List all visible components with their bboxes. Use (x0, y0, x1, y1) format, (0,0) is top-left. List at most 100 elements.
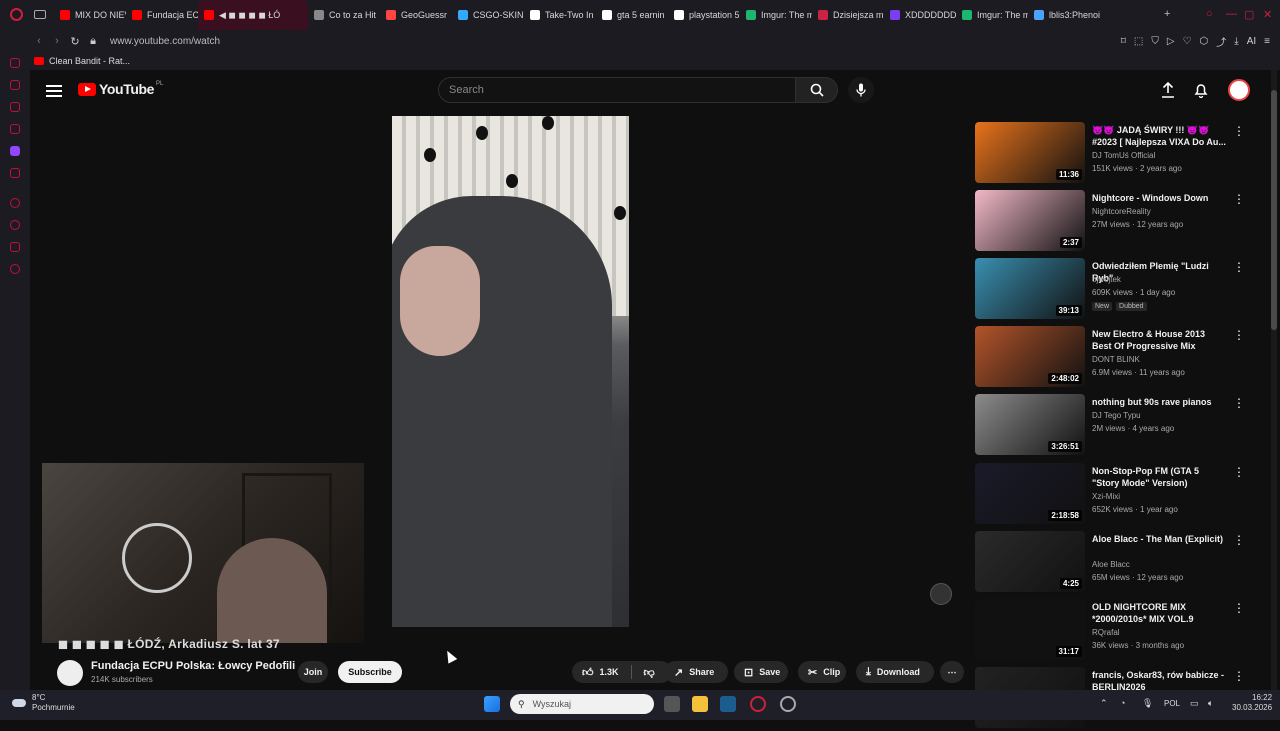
recommendation-item[interactable]: 3:26:51 nothing but 90s rave pianos DJ Teg… (975, 394, 1270, 458)
recommendation-item[interactable]: 4:25 Aloe Blacc - The Man (Explicit) Aloe … (975, 531, 1270, 595)
sidebar-settings-icon[interactable] (10, 264, 20, 274)
more-vertical-icon[interactable]: ⋮ (1233, 669, 1245, 683)
recommendation-thumbnail[interactable]: 2:18:58 (975, 463, 1085, 524)
close-window-button[interactable]: ✕ (1263, 8, 1272, 21)
video-player[interactable] (392, 116, 629, 627)
recommendation-thumbnail[interactable]: 2:37 (975, 190, 1085, 251)
recommendation-item[interactable]: 31:17 OLD NIGHTCORE MIX *2000/2010s* MIX … (975, 599, 1270, 663)
more-vertical-icon[interactable]: ⋮ (1233, 465, 1245, 479)
new-tab-button[interactable]: + (1164, 8, 1170, 20)
browser-tab[interactable]: Imgur: The m (956, 0, 1028, 30)
more-vertical-icon[interactable]: ⋮ (1233, 396, 1245, 410)
extensions-icon[interactable]: ⬡ (1200, 36, 1209, 47)
like-count[interactable]: 1.3K (600, 667, 619, 677)
file-explorer-icon[interactable] (692, 696, 708, 712)
task-view-icon[interactable] (664, 696, 680, 712)
more-vertical-icon[interactable]: ⋮ (1233, 192, 1245, 206)
bookmark-item[interactable]: Clean Bandit - Rat... (49, 56, 130, 66)
recommendation-thumbnail[interactable]: 3:26:51 (975, 394, 1085, 455)
thumbs-up-icon[interactable]: 👍︎ (582, 666, 594, 679)
share-button[interactable]: ↗ Share (664, 661, 728, 683)
save-button[interactable]: ⊡ Save (734, 661, 788, 683)
recommendation-title[interactable]: nothing but 90s rave pianos (1092, 396, 1227, 408)
youtube-logo[interactable]: YouTube PL (78, 81, 163, 97)
more-vertical-icon[interactable]: ⋮ (1233, 533, 1245, 547)
sidebar-player-icon[interactable] (10, 198, 20, 208)
download-icon[interactable]: ⤓ (1234, 36, 1238, 47)
recommendation-channel[interactable]: DONT BLINK (1092, 355, 1140, 364)
browser-tab[interactable]: Fundacja EC (126, 0, 198, 30)
search-tabs-icon[interactable]: ○ (1206, 8, 1213, 20)
recommendation-channel[interactable]: DJ Tego Typu (1092, 411, 1141, 420)
maximize-button[interactable]: ▢ (1244, 8, 1254, 21)
channel-name[interactable]: Fundacja ECPU Polska: Łowcy Pedofili (91, 660, 295, 672)
sidebar-twitch-icon[interactable] (10, 146, 20, 156)
recommendation-item[interactable]: 2:37 Nightcore - Windows Down NightcoreRea… (975, 190, 1270, 254)
share-page-icon[interactable]: ⤴ (1216, 34, 1226, 49)
language-indicator[interactable]: POL (1164, 699, 1180, 708)
browser-tab[interactable]: ◀ ◼ ◼ ◼ ◼ ŁÓ (198, 0, 308, 30)
tray-mic-icon[interactable]: 🎙︎ (1142, 698, 1153, 709)
recommendation-channel[interactable]: NightcoreReality (1092, 207, 1151, 216)
browser-tab[interactable]: Co to za Hit (308, 0, 380, 30)
upload-button[interactable] (1160, 81, 1176, 103)
browser-tab[interactable]: Take-Two In (524, 0, 596, 30)
browser-tab[interactable]: GeoGuessr (380, 0, 452, 30)
recommendation-thumbnail[interactable]: 31:17 (975, 599, 1085, 660)
taskbar-search-input[interactable]: ⚲ Wyszukaj (510, 694, 654, 714)
recommendation-item[interactable]: 11:36 😈😈 JADĄ ŚWIRY !!! 😈😈 #2023 [ Najlep… (975, 122, 1270, 186)
recommendation-item[interactable]: 2:18:58 Non-Stop-Pop FM (GTA 5 "Story Mod… (975, 463, 1270, 527)
tray-chevron-icon[interactable]: ⌃ (1100, 698, 1108, 709)
opera-gx-taskbar-icon[interactable] (750, 696, 766, 712)
sidebar-extensions-icon[interactable] (10, 242, 20, 252)
heart-icon[interactable]: ♡ (1183, 36, 1192, 47)
aria-ai-icon[interactable]: AI (1247, 36, 1256, 47)
recommendation-thumbnail[interactable]: 39:13 (975, 258, 1085, 319)
sidebar-gx-icon[interactable] (10, 168, 20, 178)
sidebar-history-icon[interactable] (10, 220, 20, 230)
notifications-button[interactable] (1193, 82, 1209, 103)
browser-menu-icon[interactable]: ≡ (1264, 36, 1270, 47)
join-button[interactable]: Join (298, 661, 328, 683)
more-vertical-icon[interactable]: ⋮ (1233, 328, 1245, 342)
browser-tab[interactable]: XDDDDDDD (884, 0, 956, 30)
sidebar-workspace-icon[interactable] (10, 80, 20, 90)
search-input[interactable]: Search (438, 77, 796, 103)
recommendation-channel[interactable]: Aloe Blacc (1092, 560, 1130, 569)
channel-avatar[interactable] (57, 660, 83, 686)
subscribe-button[interactable]: Subscribe (338, 661, 402, 683)
tray-volume-icon[interactable]: 🔈︎ (1208, 698, 1213, 709)
sidebar-music-icon[interactable] (10, 124, 20, 134)
recommendation-channel[interactable]: RQrafal (1092, 628, 1120, 637)
weather-widget[interactable]: 8°C Pochmurnie (12, 693, 75, 713)
steam-icon[interactable] (720, 696, 736, 712)
more-vertical-icon[interactable]: ⋮ (1233, 124, 1245, 138)
recommendation-title[interactable]: Aloe Blacc - The Man (Explicit) (1092, 533, 1227, 545)
recommendation-channel[interactable]: DJ TomUś Official (1092, 151, 1155, 160)
recommendation-title[interactable]: Nightcore - Windows Down (1092, 192, 1227, 204)
more-vertical-icon[interactable]: ⋮ (1233, 601, 1245, 615)
sidebar-messenger-icon[interactable] (10, 102, 20, 112)
tray-display-icon[interactable]: ▭ (1190, 698, 1199, 709)
more-vertical-icon[interactable]: ⋮ (1233, 260, 1245, 274)
browser-tab[interactable]: gta 5 earnin (596, 0, 668, 30)
recommendation-title[interactable]: New Electro & House 2013 Best Of Progres… (1092, 328, 1227, 352)
player-icon[interactable]: ▷ (1167, 36, 1175, 47)
recommendation-thumbnail[interactable]: 2:48:02 (975, 326, 1085, 387)
windows-start-icon[interactable] (484, 696, 500, 712)
recommendation-title[interactable]: OLD NIGHTCORE MIX *2000/2010s* MIX VOL.9 (1092, 601, 1227, 625)
back-button[interactable]: ‹ (30, 35, 48, 47)
thumbs-down-icon[interactable]: 👎︎ (644, 666, 655, 679)
tray-network-icon[interactable]: ◔ (1120, 698, 1125, 708)
voice-search-button[interactable] (848, 77, 874, 103)
taskbar-clock[interactable]: 16:22 30.03.2026 (1232, 693, 1272, 713)
recommendation-thumbnail[interactable]: 4:25 (975, 531, 1085, 592)
browser-tab[interactable]: Dzisiejsza m (812, 0, 884, 30)
clip-button[interactable]: ✂ Clip (798, 661, 846, 683)
shield-icon[interactable]: ⛉ (1151, 36, 1159, 47)
sidebar-ai-icon[interactable] (10, 58, 20, 68)
download-button[interactable]: ⤓ Download (856, 661, 934, 683)
browser-tab[interactable]: lblis3:Phenoi (1028, 0, 1100, 30)
browser-tab[interactable]: playstation 5 (668, 0, 740, 30)
reload-button[interactable]: ↻ (66, 35, 84, 48)
